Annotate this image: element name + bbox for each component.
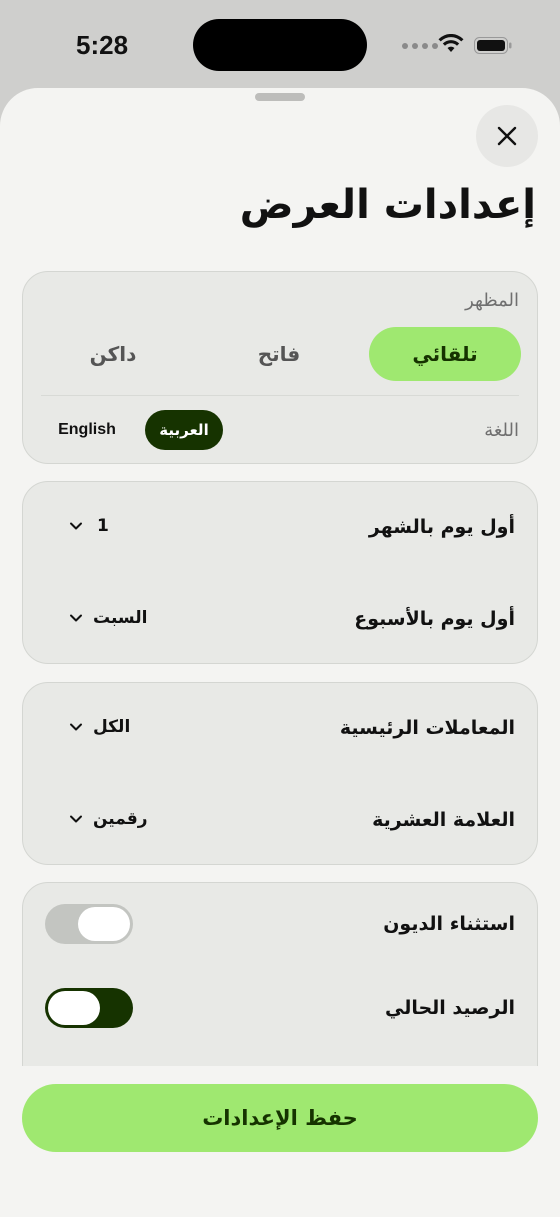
appearance-option-auto[interactable]: تلقائي <box>369 327 521 381</box>
dynamic-island <box>193 19 367 71</box>
chevron-down-icon <box>70 522 82 530</box>
close-button[interactable] <box>476 105 538 167</box>
main-transactions-value: الكل <box>93 717 131 737</box>
main-transactions-select[interactable]: الكل <box>69 717 130 737</box>
exclude-debts-label: استثناء الديون <box>383 913 515 935</box>
language-option-arabic[interactable]: العربية <box>145 410 223 450</box>
divider <box>41 395 519 396</box>
status-bar: 5:28 <box>0 0 560 90</box>
main-transactions-label: المعاملات الرئيسية <box>339 717 515 739</box>
toggle-knob <box>48 991 100 1025</box>
page-title: إعدادات العرض <box>239 182 536 228</box>
first-day-month-value: 1 <box>97 516 109 536</box>
chevron-down-icon <box>70 815 82 823</box>
first-day-week-select[interactable]: السبت <box>69 608 147 628</box>
wifi-icon <box>438 34 464 52</box>
calendar-card: أول يوم بالشهر 1 أول يوم بالأسبوع السبت <box>22 481 538 664</box>
display-settings-sheet: إعدادات العرض المظهر تلقائي فاتح داكن ال… <box>0 88 560 1217</box>
chevron-down-icon <box>70 614 82 622</box>
appearance-option-dark[interactable]: داكن <box>37 327 189 381</box>
decimal-mark-label: العلامة العشرية <box>372 809 515 831</box>
current-balance-label: الرصيد الحالي <box>384 997 515 1019</box>
first-day-month-select[interactable]: 1 <box>69 516 109 536</box>
decimal-mark-select[interactable]: رقمين <box>69 809 148 829</box>
close-icon <box>497 126 517 146</box>
first-day-month-label: أول يوم بالشهر <box>368 516 515 538</box>
current-balance-toggle[interactable] <box>45 988 133 1028</box>
exclude-debts-toggle[interactable] <box>45 904 133 944</box>
chevron-down-icon <box>70 723 82 731</box>
appearance-label: المظهر <box>465 290 519 311</box>
appearance-card: المظهر تلقائي فاتح داكن اللغة العربية En… <box>22 271 538 464</box>
first-day-week-label: أول يوم بالأسبوع <box>354 608 515 630</box>
transactions-card: المعاملات الرئيسية الكل العلامة العشرية … <box>22 682 538 865</box>
first-day-week-value: السبت <box>93 608 148 628</box>
status-time: 5:28 <box>76 30 129 60</box>
cellular-signal-icon <box>402 43 438 49</box>
toggle-knob <box>78 907 130 941</box>
language-option-english[interactable]: English <box>45 410 129 450</box>
appearance-option-light[interactable]: فاتح <box>203 327 355 381</box>
decimal-mark-value: رقمين <box>93 809 148 829</box>
language-label: اللغة <box>484 420 519 441</box>
battery-icon <box>474 37 512 54</box>
save-settings-button[interactable]: حفظ الإعدادات <box>22 1084 538 1152</box>
sheet-grabber[interactable] <box>255 93 305 101</box>
